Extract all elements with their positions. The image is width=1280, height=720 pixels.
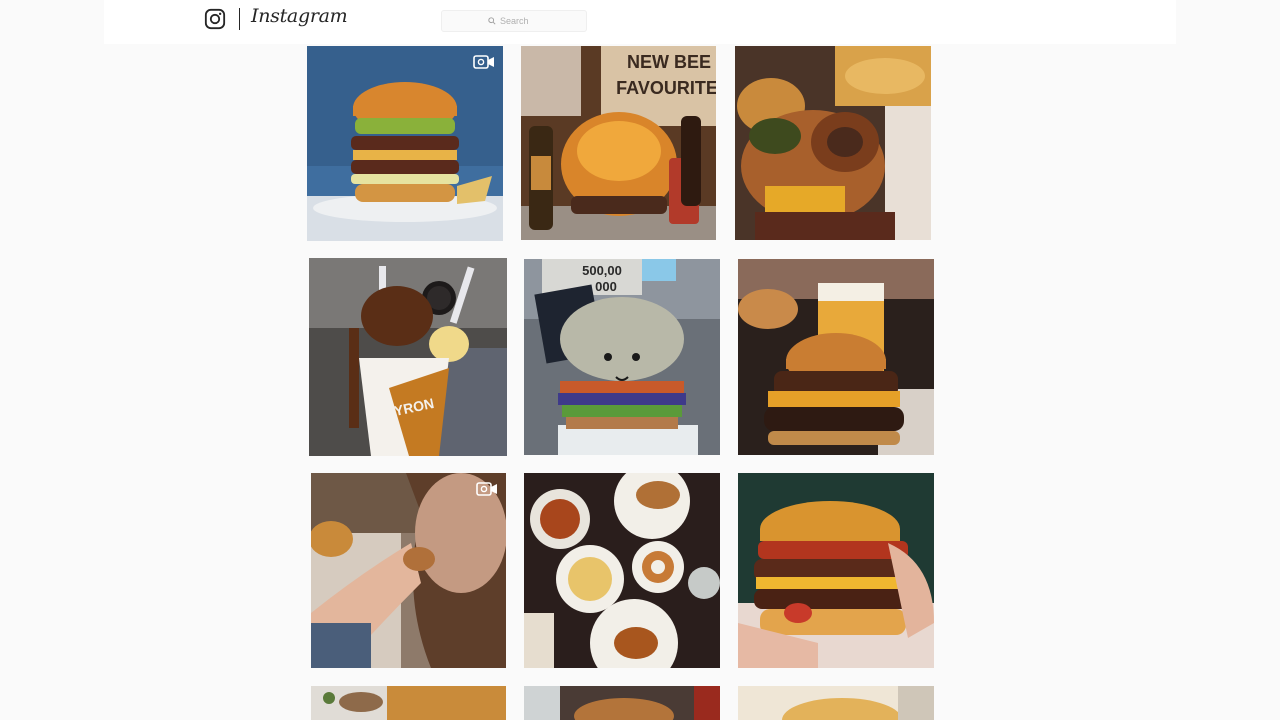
post-image-onion-ring-burger bbox=[735, 46, 931, 240]
svg-text:NEW BEE: NEW BEE bbox=[627, 52, 711, 72]
post-image-burger-with-beer-bottles: NEW BEE FAVOURITE bbox=[521, 46, 716, 240]
instagram-wordmark[interactable]: Instagram bbox=[251, 5, 348, 27]
logo-divider bbox=[239, 8, 240, 30]
svg-text:500,00: 500,00 bbox=[582, 263, 622, 278]
post-tile[interactable] bbox=[307, 46, 503, 241]
post-image-cheeseburger-and-beer bbox=[738, 259, 934, 455]
post-image-bacon-cheeseburger-in-hand bbox=[738, 473, 934, 668]
post-tile[interactable]: BYRON bbox=[309, 258, 507, 456]
post-image-partial-row-2 bbox=[524, 686, 720, 720]
post-image-partial-row-1 bbox=[311, 686, 506, 720]
post-tile[interactable] bbox=[311, 686, 506, 720]
post-tile[interactable] bbox=[524, 473, 720, 668]
post-image-crochet-burger-toy: 500,00 000 bbox=[524, 259, 720, 455]
svg-text:FAVOURITE: FAVOURITE bbox=[616, 78, 716, 98]
post-tile[interactable] bbox=[311, 473, 506, 668]
post-tile[interactable]: NEW BEE FAVOURITE bbox=[521, 46, 716, 240]
post-tile[interactable] bbox=[738, 473, 934, 668]
post-tile[interactable]: 500,00 000 bbox=[524, 259, 720, 455]
search-icon bbox=[488, 17, 496, 25]
svg-text:000: 000 bbox=[595, 279, 617, 294]
post-image-person-eating-burger bbox=[311, 473, 506, 668]
post-tile[interactable] bbox=[524, 686, 720, 720]
search-box[interactable] bbox=[441, 10, 587, 32]
instagram-camera-icon[interactable] bbox=[204, 8, 226, 30]
video-icon bbox=[473, 55, 494, 69]
post-tile[interactable] bbox=[738, 686, 934, 720]
post-image-double-cheeseburger bbox=[307, 46, 503, 241]
post-image-table-of-dishes bbox=[524, 473, 720, 668]
post-image-partial-row-3 bbox=[738, 686, 934, 720]
search-input[interactable] bbox=[500, 16, 540, 26]
post-tile[interactable] bbox=[735, 46, 931, 240]
post-image-oreo-milkshake: BYRON bbox=[309, 258, 507, 456]
post-tile[interactable] bbox=[738, 259, 934, 455]
video-icon bbox=[476, 482, 497, 496]
